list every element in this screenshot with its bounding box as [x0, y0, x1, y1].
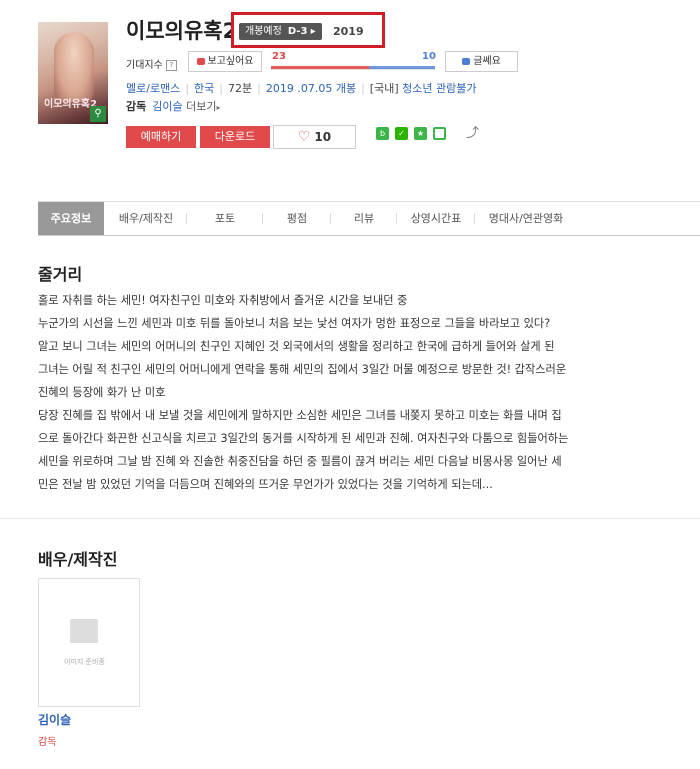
- synopsis-line: 진혜의 등장에 화가 난 미호: [38, 386, 166, 399]
- title-wrapper: 이모의유혹2: [126, 14, 234, 44]
- want-to-see-button[interactable]: 보고싶어요: [188, 51, 262, 72]
- country-link[interactable]: 한국: [194, 82, 214, 95]
- naver-icon[interactable]: ✓: [395, 127, 408, 140]
- director-name-link[interactable]: 김이슬: [152, 100, 182, 113]
- chevron-right-icon: ▸: [310, 26, 316, 37]
- zoom-icon[interactable]: ⚲: [90, 106, 106, 122]
- synopsis-line: 그녀는 어릴 적 친구인 세민의 어머니에게 연락을 통해 세민의 집에서 3일…: [38, 363, 567, 376]
- tab-rating[interactable]: 평점: [264, 202, 330, 235]
- expect-bar-track: [271, 69, 435, 70]
- page-title: 이모의유혹2: [126, 19, 234, 43]
- like-count: 10: [314, 130, 332, 144]
- heart-icon: ♡: [297, 129, 311, 145]
- tab-quotes-related[interactable]: 명대사/연관영화: [476, 202, 576, 235]
- help-icon[interactable]: ?: [165, 59, 177, 71]
- not-sure-button[interactable]: 글쎄요: [445, 51, 518, 72]
- movie-poster[interactable]: 이모의유혹2 ⚲: [38, 22, 108, 124]
- rating-link[interactable]: 청소년 관람불가: [402, 82, 476, 95]
- release-year: 2019: [333, 25, 364, 38]
- cast-role: 감독: [38, 737, 57, 748]
- release-date-link[interactable]: 2019 .07.05 개봉: [266, 82, 356, 95]
- kakao-icon[interactable]: [433, 127, 446, 140]
- tab-review[interactable]: 리뷰: [332, 202, 396, 235]
- synopsis-line: 알고 보니 그녀는 세민의 어머니의 친구인 지혜인 것 외국에서의 생활을 정…: [38, 340, 555, 353]
- expect-label: 기대지수: [126, 60, 163, 71]
- synopsis-line: 으로 돌아간다 화끈한 신고식을 치르고 3일간의 동거를 시작하게 된 세민과…: [38, 432, 569, 445]
- synopsis-line: 민은 전날 밤 있었던 기억을 더듬으며 진혜와의 뜨거운 무언가가 있었다는 …: [38, 478, 493, 491]
- chevron-right-small-icon: ▸: [216, 103, 221, 112]
- section-divider: [0, 518, 700, 519]
- synopsis-line: 누군가의 시선을 느낀 세민과 미호 뒤를 돌아보니 처음 보는 낯선 여자가 …: [38, 317, 551, 330]
- download-button[interactable]: 다운로드: [200, 126, 270, 148]
- director-label: 감독: [126, 100, 147, 113]
- tab-photo[interactable]: 포토: [188, 202, 262, 235]
- movie-meta: 멜로/로맨스 | 한국 | 72분 | 2019 .07.05 개봉 | [국내] 청소년 관람…: [126, 82, 477, 95]
- reserve-button[interactable]: 예매하기: [126, 126, 196, 148]
- synopsis-line: 당장 진혜를 집 밖에서 내 보낼 것을 세민에게 말하지만 소심한 세민은 그…: [38, 409, 562, 422]
- thumbs-down-icon: [462, 57, 471, 65]
- expect-label-wrap: 기대지수?: [126, 56, 177, 71]
- tab-main-info[interactable]: 주요정보: [38, 202, 104, 235]
- cast-heading: 배우/제작진: [38, 550, 118, 569]
- genre-link[interactable]: 멜로/로맨스: [126, 82, 180, 95]
- thumbs-up-icon: [196, 57, 205, 65]
- poster-figure: [54, 32, 94, 102]
- runtime: 72분: [228, 82, 253, 95]
- tab-cast-crew[interactable]: 배우/제작진: [106, 202, 186, 235]
- dday-label: D-3: [287, 26, 308, 37]
- cast-name-link[interactable]: 김이슬: [38, 711, 71, 728]
- want-to-see-label: 보고싶어요: [207, 56, 254, 67]
- release-badge: 개봉예정 D-3 ▸: [239, 23, 322, 40]
- person-placeholder-icon: [70, 619, 98, 643]
- tab-showtimes[interactable]: 상영시간표: [398, 202, 474, 235]
- rating-region: [국내]: [369, 82, 399, 95]
- blog-icon[interactable]: b: [376, 127, 389, 140]
- synopsis-line: 홀로 자취를 하는 세민! 여자친구인 미호와 자취방에서 즐거운 시간을 보내…: [38, 294, 408, 307]
- share-icon[interactable]: ⤴: [466, 127, 479, 140]
- want-count: 23: [272, 51, 286, 62]
- dislike-count: 10: [422, 51, 436, 62]
- director-row: 감독 김이슬 더보기▸: [126, 98, 221, 114]
- expect-bar-dislike: [369, 66, 435, 69]
- tab-bar: 주요정보 배우/제작진 포토 평점 리뷰 상영시간표 명대사/연관영화: [38, 201, 700, 236]
- release-badge-label: 개봉예정: [245, 26, 282, 37]
- synopsis-heading: 줄거리: [38, 265, 83, 284]
- more-link[interactable]: 더보기: [186, 100, 216, 113]
- like-button[interactable]: ♡ 10: [273, 125, 356, 149]
- bookmark-icon[interactable]: ★: [414, 127, 427, 140]
- expect-bar-want: [271, 66, 369, 69]
- not-sure-label: 글쎄요: [473, 56, 501, 67]
- synopsis-line: 세민을 위로하며 그날 밤 진혜 와 진솔한 취중진담을 하던 중 필름이 끊겨…: [38, 455, 562, 468]
- no-image-text: 이미지 준비중: [64, 658, 105, 666]
